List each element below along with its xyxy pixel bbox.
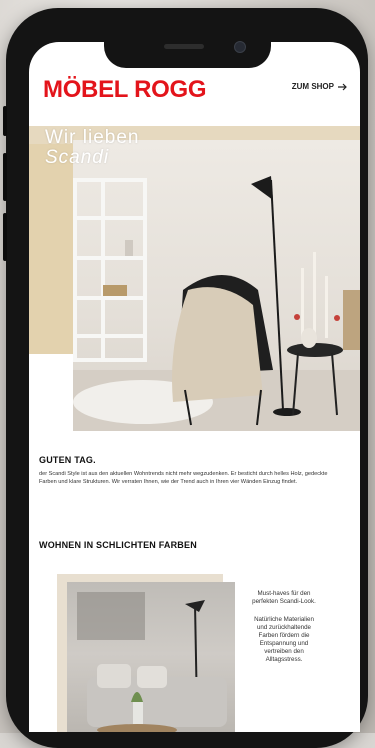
brand-logo[interactable]: MÖBEL ROGG (43, 76, 207, 104)
camera (234, 41, 246, 53)
hero-side-block (29, 144, 73, 354)
section2-title: WOHNEN IN SCHLICHTEN FARBEN (39, 540, 197, 550)
speaker (164, 44, 204, 49)
screen: MÖBEL ROGG ZUM SHOP Wir lieben Scandi GU… (29, 42, 360, 732)
hero-headline-line1: Wir lieben (45, 127, 140, 148)
hero-illustration (73, 176, 360, 431)
arrow-right-icon (338, 83, 347, 90)
hero-headline-line2: Scandi (45, 147, 110, 168)
section2-side-paragraph-2: Natürliche Materialien und zurückhaltend… (254, 616, 314, 663)
section2-side-text: Must-haves für den perfekten Scandi-Look… (249, 590, 319, 664)
shop-link[interactable]: ZUM SHOP (292, 82, 348, 91)
intro-text: der Scandi Style ist aus den aktuellen W… (39, 471, 328, 486)
volume-up-button (3, 153, 7, 201)
section2-image (67, 582, 235, 732)
hero-headline: Wir lieben Scandi (45, 128, 139, 168)
volume-down-button (3, 213, 7, 261)
notch (104, 30, 271, 68)
mute-switch (3, 106, 7, 136)
hero-image (73, 140, 360, 431)
phone-frame: MÖBEL ROGG ZUM SHOP Wir lieben Scandi GU… (3, 8, 368, 748)
section2-illustration (77, 592, 227, 732)
shop-link-label: ZUM SHOP (291, 82, 334, 91)
hero-banner: Wir lieben Scandi (29, 126, 360, 431)
intro-title: GUTEN TAG. (39, 455, 96, 465)
section2-side-paragraph-1: Must-haves für den perfekten Scandi-Look… (252, 590, 316, 605)
